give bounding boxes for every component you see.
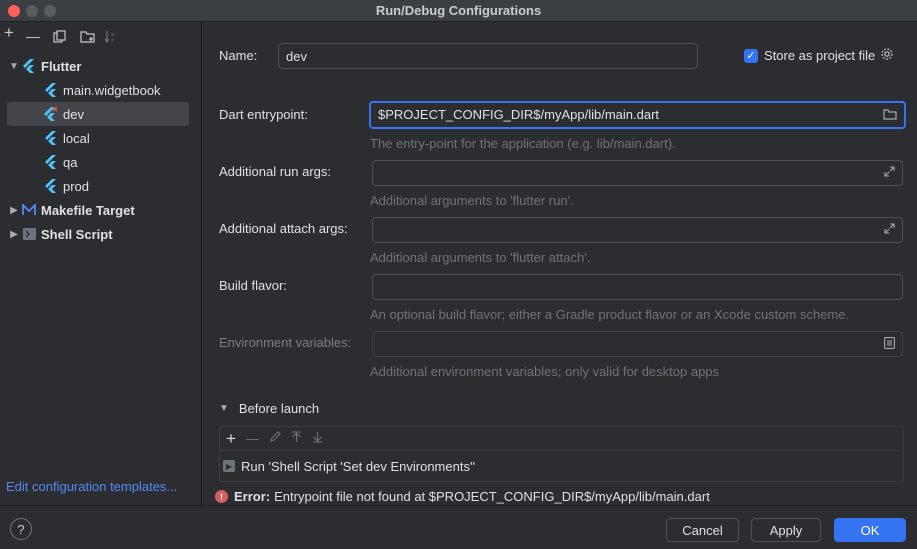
error-text: Entrypoint file not found at $PROJECT_CO… [274, 489, 710, 504]
copy-icon[interactable] [53, 30, 66, 45]
error-icon: ! [215, 490, 228, 503]
error-prefix: Error: [234, 489, 271, 504]
before-launch-task-label: Run 'Shell Script 'Set dev Environments'… [241, 458, 475, 474]
tree-group-makefile[interactable]: ▶ Makefile Target [7, 198, 189, 222]
entrypoint-input[interactable]: $PROJECT_CONFIG_DIR$/myApp/lib/main.dart [369, 101, 906, 129]
tree-item-local[interactable]: local [7, 126, 189, 150]
makefile-icon [21, 202, 37, 218]
before-launch-list: + — ▶ Run 'Shell Script 'Set dev Environ… [219, 426, 904, 482]
ok-button[interactable]: OK [834, 518, 906, 542]
window-title: Run/Debug Configurations [375, 3, 542, 18]
configurations-sidebar: + — az ▼ Flutter main.widgetbook dev loc… [0, 23, 202, 505]
before-launch-label: Before launch [238, 401, 320, 416]
error-message: ! Error: Entrypoint file not found at $P… [215, 489, 710, 504]
tree-item-prod[interactable]: prod [7, 174, 189, 198]
chevron-down-icon[interactable]: ▼ [7, 61, 21, 72]
flutter-error-icon [43, 106, 59, 122]
remove-icon[interactable]: — [26, 29, 40, 43]
new-folder-icon[interactable] [80, 30, 95, 45]
tree-group-label: Makefile Target [41, 202, 135, 218]
apply-button[interactable]: Apply [751, 518, 821, 542]
tree-group-label: Shell Script [41, 226, 113, 242]
attach-args-hint: Additional arguments to 'flutter attach'… [370, 250, 591, 265]
entrypoint-value: $PROJECT_CONFIG_DIR$/myApp/lib/main.dart [378, 107, 660, 122]
tree-item-main-widgetbook[interactable]: main.widgetbook [7, 78, 189, 102]
run-args-label: Additional run args: [219, 164, 332, 179]
before-launch-toolbar: + — [220, 427, 903, 451]
edit-templates-link[interactable]: Edit configuration templates... [6, 479, 177, 494]
dialog-footer: ? Cancel Apply OK [0, 505, 917, 549]
edit-task-icon[interactable] [269, 431, 281, 446]
svg-text:z: z [111, 38, 114, 43]
entrypoint-label: Dart entrypoint: [219, 107, 308, 122]
flutter-icon [21, 58, 37, 74]
flutter-icon [43, 178, 59, 194]
tree-item-qa[interactable]: qa [7, 150, 189, 174]
run-args-input[interactable] [372, 160, 903, 186]
expand-icon[interactable] [884, 223, 895, 237]
run-args-hint: Additional arguments to 'flutter run'. [370, 193, 574, 208]
build-flavor-label: Build flavor: [219, 278, 287, 293]
build-flavor-hint: An optional build flavor; either a Gradl… [370, 307, 850, 322]
tree-item-label: prod [63, 178, 90, 194]
add-icon[interactable]: + [4, 24, 14, 41]
flutter-icon [43, 82, 59, 98]
tree-item-label: main.widgetbook [63, 82, 161, 98]
chevron-right-icon[interactable]: ▶ [7, 205, 21, 216]
tree-item-dev[interactable]: dev [7, 102, 189, 126]
build-flavor-input[interactable] [372, 274, 903, 300]
tree-item-label: qa [63, 154, 78, 170]
before-launch-task[interactable]: ▶ Run 'Shell Script 'Set dev Environment… [220, 451, 903, 481]
tree-group-shell-script[interactable]: ▶ Shell Script [7, 222, 189, 246]
store-as-project-file[interactable]: ✓ Store as project file [744, 47, 894, 64]
chevron-right-icon[interactable]: ▶ [7, 229, 21, 240]
flutter-icon [43, 154, 59, 170]
help-button[interactable]: ? [10, 518, 32, 540]
env-vars-input[interactable] [372, 331, 903, 357]
list-icon[interactable] [884, 337, 895, 352]
name-input-value: dev [286, 49, 307, 64]
add-task-icon[interactable]: + [226, 429, 236, 449]
attach-args-label: Additional attach args: [219, 221, 348, 236]
gear-icon[interactable] [880, 47, 894, 64]
chevron-down-icon[interactable]: ▼ [219, 403, 229, 414]
tree-group-label: Flutter [41, 58, 82, 74]
entrypoint-hint: The entry-point for the application (e.g… [370, 136, 676, 151]
env-vars-hint: Additional environment variables; only v… [370, 364, 720, 379]
configuration-form: Name: dev ✓ Store as project file Dart e… [203, 23, 917, 505]
expand-icon[interactable] [884, 166, 895, 180]
shell-script-icon [21, 226, 37, 242]
name-label: Name: [219, 48, 258, 63]
move-up-icon[interactable] [291, 431, 302, 446]
remove-task-icon[interactable]: — [246, 431, 259, 446]
sort-icon[interactable]: az [104, 30, 118, 45]
store-checkbox[interactable]: ✓ [744, 48, 758, 63]
store-label: Store as project file [764, 48, 876, 63]
before-launch-header[interactable]: ▼ Before launch [219, 401, 319, 416]
move-down-icon[interactable] [312, 431, 323, 446]
tree-item-label: dev [63, 106, 84, 122]
tree-group-flutter[interactable]: ▼ Flutter [7, 54, 189, 78]
title-bar: Run/Debug Configurations [0, 0, 917, 22]
cancel-button[interactable]: Cancel [666, 518, 739, 542]
name-input[interactable]: dev [278, 43, 698, 69]
folder-icon[interactable] [883, 108, 897, 123]
shell-script-icon: ▶ [223, 460, 235, 472]
env-vars-label: Environment variables: [219, 335, 352, 350]
flutter-icon [43, 130, 59, 146]
attach-args-input[interactable] [372, 217, 903, 243]
tree-item-label: local [63, 130, 90, 146]
